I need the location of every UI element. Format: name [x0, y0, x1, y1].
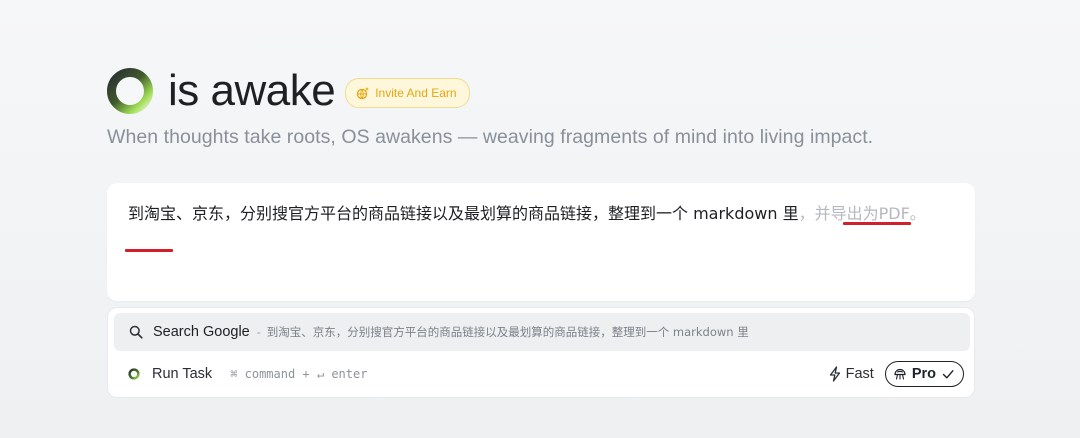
ring-logo-icon	[107, 68, 153, 114]
run-task-option[interactable]: Run Task ⌘ command + ↵ enter Fast Pro	[128, 360, 964, 388]
check-icon	[942, 370, 954, 379]
prompt-autocomplete-suggestion: ，并导出为PDF。	[798, 204, 926, 223]
hero-header: is awake Invite And Earn	[106, 66, 470, 116]
pro-mode-button[interactable]: Pro	[884, 361, 964, 387]
suggestion-panel: Search Google - 到淘宝、京东，分别搜官方平台的商品链接以及最划算…	[107, 307, 975, 398]
mode-selector: Fast Pro	[828, 361, 964, 387]
run-ring-icon	[128, 368, 140, 380]
search-query-preview: 到淘宝、京东，分别搜官方平台的商品链接以及最划算的商品链接，整理到一个 mark…	[266, 325, 749, 339]
search-google-option[interactable]: Search Google - 到淘宝、京东，分别搜官方平台的商品链接以及最划算…	[114, 313, 970, 351]
brain-icon	[894, 368, 906, 380]
annotation-underline	[125, 249, 173, 252]
prompt-typed-text: 到淘宝、京东，分别搜官方平台的商品链接以及最划算的商品链接，整理到一个 mark…	[128, 204, 799, 223]
lightning-icon	[829, 366, 840, 382]
search-icon	[129, 325, 143, 339]
pro-mode-label: Pro	[911, 366, 936, 382]
prompt-input[interactable]: 到淘宝、京东，分别搜官方平台的商品链接以及最划算的商品链接，整理到一个 mark…	[107, 183, 975, 301]
prompt-text: 到淘宝、京东，分别搜官方平台的商品链接以及最划算的商品链接，整理到一个 mark…	[128, 200, 948, 227]
hero-title: is awake	[168, 66, 336, 115]
page: is awake Invite And Earn When thoughts t…	[0, 0, 1080, 438]
invite-label: Invite And Earn	[375, 86, 457, 100]
invite-and-earn-button[interactable]: Invite And Earn	[345, 78, 470, 108]
fast-mode-button[interactable]: Fast	[828, 366, 874, 382]
search-separator: -	[256, 325, 261, 339]
search-google-label: Search Google	[153, 324, 250, 340]
globe-sparkle-icon	[356, 87, 370, 100]
run-task-shortcut-hint: ⌘ command + ↵ enter	[230, 367, 368, 381]
annotation-underline	[843, 222, 911, 225]
tagline: When thoughts take roots, OS awakens — w…	[107, 126, 874, 148]
fast-mode-label: Fast	[845, 366, 874, 382]
run-task-label: Run Task	[152, 366, 213, 382]
